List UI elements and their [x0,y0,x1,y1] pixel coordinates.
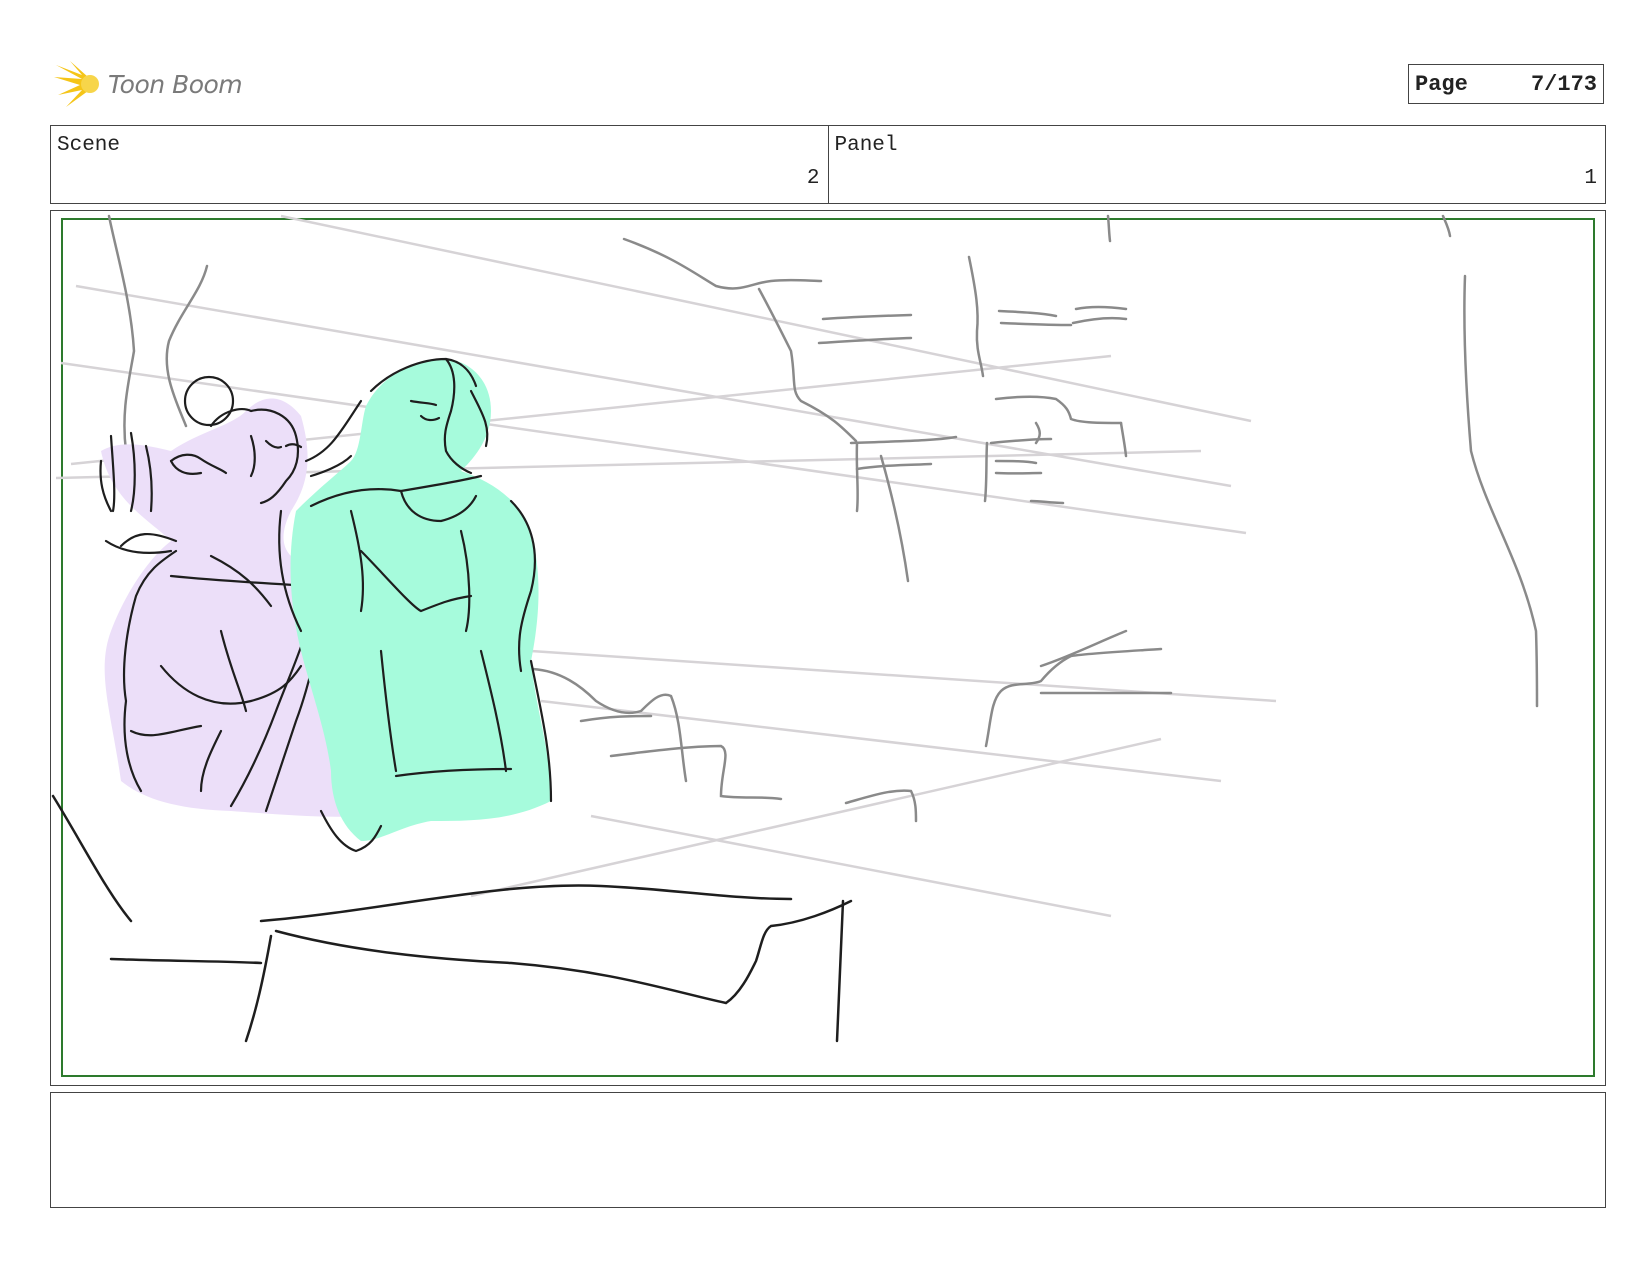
scene-number: 2 [806,167,820,190]
page-indicator: Page 7/173 [1408,64,1604,104]
page-number: 7/173 [1530,71,1597,97]
toon-boom-logo: Toon Boom [52,56,262,112]
panel-number: 1 [1584,167,1597,190]
panel-cell: Panel 1 [827,126,1606,203]
notes-area [50,1092,1606,1208]
storyboard-panel [50,210,1606,1086]
scene-label: Scene [57,134,121,157]
page-label: Page [1415,71,1468,97]
panel-drawing [51,214,1595,1077]
starburst-logo-icon [54,61,99,107]
foreground-structure [51,794,853,1043]
scene-cell: Scene 2 [51,126,828,203]
panel-label: Panel [834,134,898,157]
logo-text: Toon Boom [108,69,243,99]
scene-panel-info: Scene 2 Panel 1 [50,125,1606,204]
